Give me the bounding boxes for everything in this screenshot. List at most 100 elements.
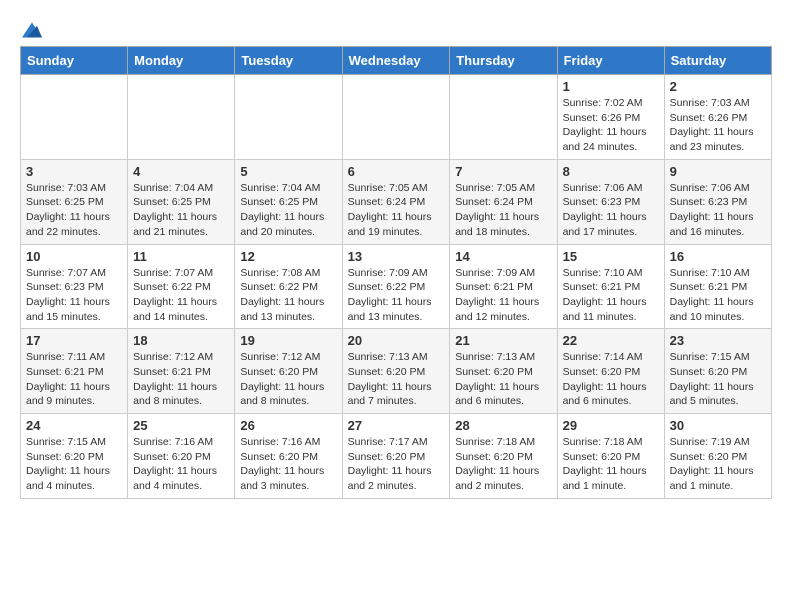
- day-info: Sunrise: 7:10 AM Sunset: 6:21 PM Dayligh…: [563, 266, 659, 325]
- calendar-cell: 18 Sunrise: 7:12 AM Sunset: 6:21 PM Dayli…: [128, 329, 235, 414]
- calendar-cell: 20 Sunrise: 7:13 AM Sunset: 6:20 PM Dayli…: [342, 329, 450, 414]
- day-header-monday: Monday: [128, 47, 235, 75]
- day-info: Sunrise: 7:03 AM Sunset: 6:25 PM Dayligh…: [26, 181, 122, 240]
- calendar-table: SundayMondayTuesdayWednesdayThursdayFrid…: [20, 46, 772, 499]
- day-number: 14: [455, 249, 551, 264]
- day-info: Sunrise: 7:17 AM Sunset: 6:20 PM Dayligh…: [348, 435, 445, 494]
- day-number: 28: [455, 418, 551, 433]
- day-number: 12: [240, 249, 336, 264]
- day-number: 18: [133, 333, 229, 348]
- calendar-cell: [128, 75, 235, 160]
- calendar-cell: 3 Sunrise: 7:03 AM Sunset: 6:25 PM Daylig…: [21, 159, 128, 244]
- day-number: 1: [563, 79, 659, 94]
- day-number: 16: [670, 249, 766, 264]
- day-info: Sunrise: 7:10 AM Sunset: 6:21 PM Dayligh…: [670, 266, 766, 325]
- day-info: Sunrise: 7:04 AM Sunset: 6:25 PM Dayligh…: [133, 181, 229, 240]
- calendar-cell: 30 Sunrise: 7:19 AM Sunset: 6:20 PM Dayli…: [664, 414, 771, 499]
- day-info: Sunrise: 7:07 AM Sunset: 6:23 PM Dayligh…: [26, 266, 122, 325]
- day-info: Sunrise: 7:06 AM Sunset: 6:23 PM Dayligh…: [563, 181, 659, 240]
- day-info: Sunrise: 7:03 AM Sunset: 6:26 PM Dayligh…: [670, 96, 766, 155]
- calendar-cell: 10 Sunrise: 7:07 AM Sunset: 6:23 PM Dayli…: [21, 244, 128, 329]
- day-number: 23: [670, 333, 766, 348]
- calendar-cell: 27 Sunrise: 7:17 AM Sunset: 6:20 PM Dayli…: [342, 414, 450, 499]
- day-info: Sunrise: 7:13 AM Sunset: 6:20 PM Dayligh…: [348, 350, 445, 409]
- day-info: Sunrise: 7:16 AM Sunset: 6:20 PM Dayligh…: [240, 435, 336, 494]
- calendar-cell: [235, 75, 342, 160]
- day-info: Sunrise: 7:18 AM Sunset: 6:20 PM Dayligh…: [563, 435, 659, 494]
- calendar-cell: 22 Sunrise: 7:14 AM Sunset: 6:20 PM Dayli…: [557, 329, 664, 414]
- day-number: 30: [670, 418, 766, 433]
- day-info: Sunrise: 7:05 AM Sunset: 6:24 PM Dayligh…: [455, 181, 551, 240]
- calendar-cell: 24 Sunrise: 7:15 AM Sunset: 6:20 PM Dayli…: [21, 414, 128, 499]
- calendar-cell: 23 Sunrise: 7:15 AM Sunset: 6:20 PM Dayli…: [664, 329, 771, 414]
- day-number: 20: [348, 333, 445, 348]
- calendar-cell: 16 Sunrise: 7:10 AM Sunset: 6:21 PM Dayli…: [664, 244, 771, 329]
- day-header-saturday: Saturday: [664, 47, 771, 75]
- calendar-cell: 5 Sunrise: 7:04 AM Sunset: 6:25 PM Daylig…: [235, 159, 342, 244]
- day-info: Sunrise: 7:16 AM Sunset: 6:20 PM Dayligh…: [133, 435, 229, 494]
- calendar-cell: 13 Sunrise: 7:09 AM Sunset: 6:22 PM Dayli…: [342, 244, 450, 329]
- day-number: 6: [348, 164, 445, 179]
- day-header-sunday: Sunday: [21, 47, 128, 75]
- calendar-cell: [342, 75, 450, 160]
- calendar-header-row: SundayMondayTuesdayWednesdayThursdayFrid…: [21, 47, 772, 75]
- calendar-week-row: 10 Sunrise: 7:07 AM Sunset: 6:23 PM Dayli…: [21, 244, 772, 329]
- day-number: 24: [26, 418, 122, 433]
- day-number: 13: [348, 249, 445, 264]
- calendar-week-row: 3 Sunrise: 7:03 AM Sunset: 6:25 PM Daylig…: [21, 159, 772, 244]
- day-header-tuesday: Tuesday: [235, 47, 342, 75]
- day-number: 10: [26, 249, 122, 264]
- calendar-cell: 4 Sunrise: 7:04 AM Sunset: 6:25 PM Daylig…: [128, 159, 235, 244]
- calendar-cell: 21 Sunrise: 7:13 AM Sunset: 6:20 PM Dayli…: [450, 329, 557, 414]
- calendar-cell: 19Sunrise: 7:12 AM Sunset: 6:20 PM Dayli…: [235, 329, 342, 414]
- day-number: 4: [133, 164, 229, 179]
- day-header-thursday: Thursday: [450, 47, 557, 75]
- day-info: Sunrise: 7:12 AM Sunset: 6:21 PM Dayligh…: [133, 350, 229, 409]
- logo: [20, 20, 42, 36]
- calendar-week-row: 17 Sunrise: 7:11 AM Sunset: 6:21 PM Dayli…: [21, 329, 772, 414]
- day-info: Sunrise: 7:04 AM Sunset: 6:25 PM Dayligh…: [240, 181, 336, 240]
- day-info: Sunrise: 7:13 AM Sunset: 6:20 PM Dayligh…: [455, 350, 551, 409]
- day-number: 3: [26, 164, 122, 179]
- day-header-friday: Friday: [557, 47, 664, 75]
- day-info: Sunrise: 7:11 AM Sunset: 6:21 PM Dayligh…: [26, 350, 122, 409]
- day-info: Sunrise: 7:19 AM Sunset: 6:20 PM Dayligh…: [670, 435, 766, 494]
- day-info: Sunrise: 7:15 AM Sunset: 6:20 PM Dayligh…: [670, 350, 766, 409]
- calendar-week-row: 24 Sunrise: 7:15 AM Sunset: 6:20 PM Dayli…: [21, 414, 772, 499]
- day-number: 25: [133, 418, 229, 433]
- day-info: Sunrise: 7:09 AM Sunset: 6:21 PM Dayligh…: [455, 266, 551, 325]
- day-number: 7: [455, 164, 551, 179]
- calendar-cell: 14 Sunrise: 7:09 AM Sunset: 6:21 PM Dayli…: [450, 244, 557, 329]
- day-number: 15: [563, 249, 659, 264]
- day-info: Sunrise: 7:07 AM Sunset: 6:22 PM Dayligh…: [133, 266, 229, 325]
- day-number: 21: [455, 333, 551, 348]
- calendar-cell: [450, 75, 557, 160]
- day-info: Sunrise: 7:06 AM Sunset: 6:23 PM Dayligh…: [670, 181, 766, 240]
- calendar-week-row: 1 Sunrise: 7:02 AM Sunset: 6:26 PM Daylig…: [21, 75, 772, 160]
- calendar-cell: 25 Sunrise: 7:16 AM Sunset: 6:20 PM Dayli…: [128, 414, 235, 499]
- calendar-cell: 28Sunrise: 7:18 AM Sunset: 6:20 PM Dayli…: [450, 414, 557, 499]
- day-info: Sunrise: 7:08 AM Sunset: 6:22 PM Dayligh…: [240, 266, 336, 325]
- day-number: 11: [133, 249, 229, 264]
- day-number: 8: [563, 164, 659, 179]
- logo-icon: [22, 20, 42, 40]
- day-number: 26: [240, 418, 336, 433]
- day-number: 9: [670, 164, 766, 179]
- day-number: 19: [240, 333, 336, 348]
- day-header-wednesday: Wednesday: [342, 47, 450, 75]
- calendar-cell: [21, 75, 128, 160]
- day-info: Sunrise: 7:14 AM Sunset: 6:20 PM Dayligh…: [563, 350, 659, 409]
- day-number: 27: [348, 418, 445, 433]
- day-number: 17: [26, 333, 122, 348]
- day-number: 22: [563, 333, 659, 348]
- calendar-cell: 12 Sunrise: 7:08 AM Sunset: 6:22 PM Dayli…: [235, 244, 342, 329]
- calendar-cell: 26 Sunrise: 7:16 AM Sunset: 6:20 PM Dayli…: [235, 414, 342, 499]
- day-info: Sunrise: 7:15 AM Sunset: 6:20 PM Dayligh…: [26, 435, 122, 494]
- day-info: Sunrise: 7:09 AM Sunset: 6:22 PM Dayligh…: [348, 266, 445, 325]
- calendar-cell: 11 Sunrise: 7:07 AM Sunset: 6:22 PM Dayli…: [128, 244, 235, 329]
- day-number: 5: [240, 164, 336, 179]
- calendar-cell: 15 Sunrise: 7:10 AM Sunset: 6:21 PM Dayli…: [557, 244, 664, 329]
- day-info: Sunrise: 7:02 AM Sunset: 6:26 PM Dayligh…: [563, 96, 659, 155]
- day-number: 2: [670, 79, 766, 94]
- page-header: [20, 20, 772, 36]
